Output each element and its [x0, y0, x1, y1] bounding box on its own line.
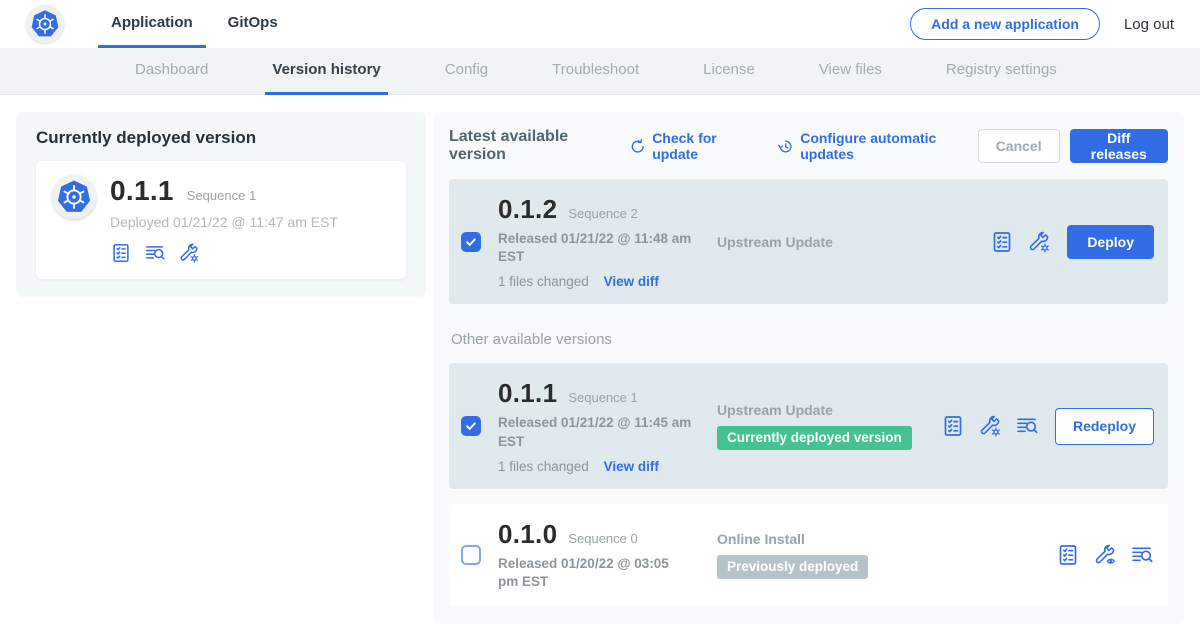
- other-available-versions-title: Other available versions: [451, 331, 1168, 348]
- status-badge: Currently deployed version: [717, 426, 912, 450]
- version-source-label: Upstream Update: [717, 234, 990, 250]
- check-for-update-link[interactable]: Check for update: [629, 130, 757, 162]
- preflight-checks-icon[interactable]: [1056, 543, 1080, 567]
- diff-releases-button[interactable]: Diff releases: [1070, 129, 1168, 163]
- tab-view-files[interactable]: View files: [812, 48, 889, 95]
- view-logs-icon[interactable]: [1130, 543, 1154, 567]
- tab-troubleshoot[interactable]: Troubleshoot: [545, 48, 646, 95]
- app-sub-nav: Dashboard Version history Config Trouble…: [0, 48, 1200, 95]
- kubernetes-logo: [26, 5, 64, 43]
- version-released-timestamp: Released 01/21/22 @ 11:45 am EST: [498, 414, 692, 450]
- tab-version-history[interactable]: Version history: [265, 48, 387, 95]
- cancel-button[interactable]: Cancel: [978, 129, 1060, 163]
- check-for-update-label: Check for update: [652, 130, 757, 162]
- view-logs-icon[interactable]: [1015, 414, 1039, 438]
- tab-config[interactable]: Config: [438, 48, 495, 95]
- version-history-panel: Latest available version Check for updat…: [433, 112, 1184, 624]
- version-checkbox[interactable]: [461, 416, 481, 436]
- add-application-button[interactable]: Add a new application: [910, 8, 1100, 40]
- configure-automatic-updates-link[interactable]: Configure automatic updates: [777, 130, 978, 162]
- version-released-timestamp: Released 01/20/22 @ 03:05 pm EST: [498, 555, 692, 591]
- view-logs-icon[interactable]: [144, 242, 166, 264]
- version-checkbox[interactable]: [461, 232, 481, 252]
- schedule-update-icon: [777, 137, 794, 156]
- view-config-icon[interactable]: [1093, 543, 1117, 567]
- app-icon: [52, 175, 96, 219]
- tab-registry-settings[interactable]: Registry settings: [939, 48, 1064, 95]
- deployed-version-card: 0.1.1 Sequence 1 Deployed 01/21/22 @ 11:…: [36, 161, 406, 279]
- version-source-label: Online Install: [717, 531, 1056, 547]
- version-sequence: Sequence 2: [568, 206, 637, 221]
- version-action-icons: [990, 230, 1051, 254]
- deployed-version-number: 0.1.1: [110, 175, 174, 207]
- other-version-list: 0.1.1 Sequence 1 Released 01/21/22 @ 11:…: [449, 363, 1168, 606]
- version-action-button[interactable]: Deploy: [1067, 225, 1154, 259]
- edit-config-icon[interactable]: [1027, 230, 1051, 254]
- deployed-action-icons: [110, 242, 338, 264]
- version-sequence: Sequence 1: [568, 390, 637, 405]
- version-checkbox[interactable]: [461, 545, 481, 565]
- logout-link[interactable]: Log out: [1124, 16, 1174, 33]
- edit-config-icon[interactable]: [978, 414, 1002, 438]
- tab-dashboard[interactable]: Dashboard: [128, 48, 215, 95]
- top-nav: Application GitOps Add a new application…: [0, 0, 1200, 48]
- version-action-icons: [1056, 543, 1154, 567]
- preflight-checks-icon[interactable]: [941, 414, 965, 438]
- view-diff-link[interactable]: View diff: [604, 274, 659, 289]
- version-sequence: Sequence 0: [568, 531, 637, 546]
- files-changed-label: 1 files changed: [498, 459, 589, 474]
- edit-config-icon[interactable]: [178, 242, 200, 264]
- status-badge: Previously deployed: [717, 555, 868, 579]
- deployed-timestamp: Deployed 01/21/22 @ 11:47 am EST: [110, 214, 338, 230]
- version-number: 0.1.0: [498, 519, 557, 550]
- version-number: 0.1.2: [498, 194, 557, 225]
- version-source-label: Upstream Update: [717, 402, 941, 418]
- version-number: 0.1.1: [498, 378, 557, 409]
- tab-gitops[interactable]: GitOps: [215, 0, 291, 48]
- version-row: 0.1.1 Sequence 1 Released 01/21/22 @ 11:…: [449, 363, 1168, 488]
- deployed-version-sequence: Sequence 1: [187, 188, 256, 203]
- kubernetes-logo-icon: [30, 9, 60, 39]
- version-released-timestamp: Released 01/21/22 @ 11:48 am EST: [498, 230, 692, 266]
- kubernetes-logo-icon: [56, 179, 92, 215]
- preflight-checks-icon[interactable]: [990, 230, 1014, 254]
- configure-automatic-updates-label: Configure automatic updates: [800, 130, 977, 162]
- version-action-button[interactable]: Redeploy: [1055, 408, 1154, 445]
- refresh-icon: [629, 137, 646, 156]
- currently-deployed-title: Currently deployed version: [36, 128, 406, 148]
- tab-license[interactable]: License: [696, 48, 762, 95]
- version-action-icons: [941, 414, 1039, 438]
- view-diff-link[interactable]: View diff: [604, 459, 659, 474]
- latest-available-title: Latest available version: [449, 128, 615, 164]
- version-row: 0.1.0 Sequence 0 Released 01/20/22 @ 03:…: [449, 504, 1168, 606]
- version-row: 0.1.2 Sequence 2 Released 01/21/22 @ 11:…: [449, 179, 1168, 304]
- tab-application[interactable]: Application: [98, 0, 206, 48]
- preflight-checks-icon[interactable]: [110, 242, 132, 264]
- files-changed-label: 1 files changed: [498, 274, 589, 289]
- latest-version-list: 0.1.2 Sequence 2 Released 01/21/22 @ 11:…: [449, 179, 1168, 304]
- currently-deployed-card: Currently deployed version 0.1.1 Sequenc…: [16, 112, 426, 297]
